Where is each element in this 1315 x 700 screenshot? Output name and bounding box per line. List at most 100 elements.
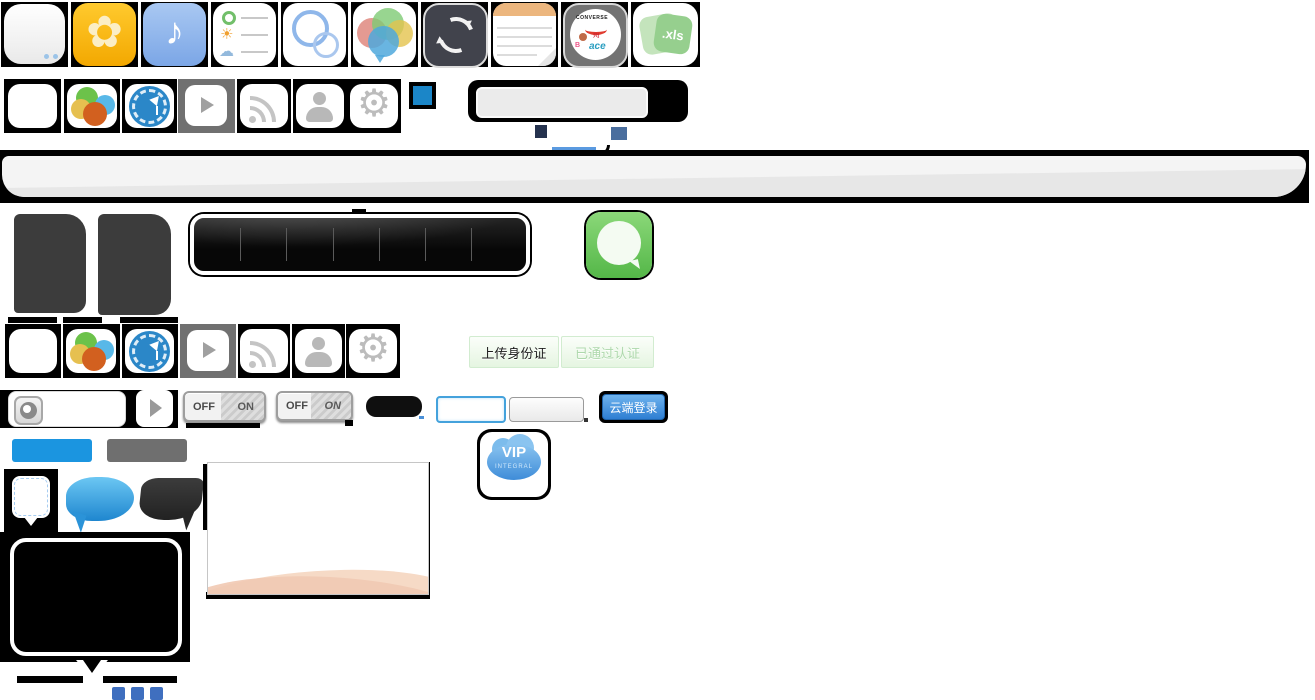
gear-icon-tile[interactable]: ⚙: [350, 84, 398, 128]
search-input[interactable]: [476, 87, 648, 118]
tooltip-tile: [0, 532, 190, 662]
person-icon[interactable]: [296, 84, 344, 128]
small-circle: [313, 32, 339, 58]
bar-gloss: [194, 218, 526, 247]
segment-divider: [286, 228, 287, 262]
rss-icon[interactable]: [240, 329, 288, 373]
brand-collage-icon[interactable]: CONVERSE 只| ace B: [563, 3, 628, 68]
note-line: [497, 54, 537, 56]
person-icon[interactable]: [295, 329, 342, 373]
gear-icon: ⚙: [350, 84, 398, 126]
note-line: [497, 36, 552, 38]
person-body: [306, 107, 333, 122]
icon-tile: [421, 2, 488, 67]
chat-bubbles-app-icon[interactable]: [353, 3, 416, 66]
dial-stem: [156, 106, 158, 115]
menu-bar[interactable]: [2, 156, 1306, 197]
cloud-login-button[interactable]: 云端登录: [602, 394, 665, 420]
dark-card[interactable]: [14, 214, 86, 313]
text-input[interactable]: [509, 397, 584, 422]
search-bar[interactable]: [468, 80, 688, 122]
colored-balls-icon[interactable]: [67, 84, 117, 128]
list-app-icon[interactable]: ☀ ☁: [213, 3, 276, 66]
orange-ball: [82, 347, 106, 371]
play-small-button[interactable]: [136, 390, 173, 427]
list-line: [241, 17, 268, 19]
icon-tile: ♪: [141, 2, 208, 67]
blue-speech-bubble[interactable]: [66, 477, 136, 531]
brand-tiny-mark: 只|: [593, 32, 599, 39]
dot-fragment: [584, 418, 588, 422]
gray-flat-button[interactable]: [107, 439, 187, 462]
icon-tile: [1, 2, 68, 67]
brand-label-converse: CONVERSE: [576, 15, 608, 21]
rss-arc-large: [250, 96, 276, 122]
person-head: [313, 92, 326, 105]
sun-icon: ☀: [220, 25, 233, 43]
gear-icon-tile[interactable]: ⚙: [349, 329, 397, 373]
segment-divider: [425, 228, 426, 262]
segment-divider: [379, 228, 380, 262]
blank-app-icon[interactable]: [4, 4, 65, 64]
xls-file-icon[interactable]: .xls: [633, 3, 698, 66]
brand-tiny-mark: B: [575, 42, 580, 49]
icon-tile: ✿: [71, 2, 138, 67]
play-button-icon[interactable]: [187, 330, 229, 371]
sprite-sheet-canvas: ✿ ♪ ☀ ☁: [0, 0, 1315, 700]
blue-flat-button[interactable]: [12, 439, 92, 462]
icon-tile: [238, 324, 290, 378]
icon-tile: [64, 79, 120, 133]
colored-balls-icon[interactable]: [66, 329, 116, 373]
circles-app-icon[interactable]: [283, 3, 346, 66]
xls-label: .xls: [653, 13, 694, 56]
black-pill[interactable]: [366, 396, 422, 417]
icon-tile: [351, 2, 418, 67]
icon-tile: CONVERSE 只| ace B: [561, 2, 628, 67]
messages-app-icon[interactable]: [586, 212, 652, 278]
play-button-icon[interactable]: [185, 85, 227, 126]
cropped-blue-glyph: [131, 687, 144, 700]
photos-flower-icon[interactable]: ✿: [73, 3, 136, 66]
flower-icon: ✿: [73, 7, 136, 58]
brand-label-ace: ace: [589, 41, 606, 52]
toggle-off-label: OFF: [286, 400, 308, 412]
toggle-switch-a[interactable]: OFF ON: [183, 391, 266, 422]
icon-tile: .xls: [631, 2, 700, 67]
icon-tile: [180, 324, 236, 378]
blue-square-swatch[interactable]: [413, 86, 432, 105]
black-strip-fragment: [17, 676, 83, 683]
rss-icon[interactable]: [240, 84, 288, 128]
vip-badge[interactable]: VIP INTEGRAL: [480, 432, 548, 497]
icon-tile: [63, 324, 120, 378]
segmented-black-bar[interactable]: [190, 214, 530, 275]
monkey-logo-dot: [579, 33, 587, 41]
search-icon: [20, 402, 37, 419]
blue-square-swatch-frame: [409, 82, 436, 109]
play-triangle: [201, 97, 214, 113]
toggle-switch-b[interactable]: OFF ON: [276, 391, 353, 421]
clock-dial-icon[interactable]: [125, 329, 174, 373]
search-field[interactable]: [8, 391, 126, 427]
white-speech-bubble[interactable]: [12, 476, 50, 518]
search-icon-hole: [23, 405, 31, 413]
popup-panel: [207, 462, 429, 595]
text-input-focused[interactable]: [436, 396, 506, 423]
black-speech-bubble[interactable]: [140, 478, 204, 530]
black-tooltip-bubble[interactable]: [10, 538, 182, 656]
upload-id-button[interactable]: 上传身份证: [469, 336, 559, 368]
notes-app-icon[interactable]: [493, 3, 556, 66]
blank-small-icon[interactable]: [8, 84, 57, 128]
icon-tile: [122, 324, 178, 378]
dot: [44, 54, 49, 59]
dark-card[interactable]: [98, 214, 171, 315]
blank-small-icon[interactable]: [9, 329, 57, 373]
music-app-icon[interactable]: ♪: [143, 3, 206, 66]
list-line: [241, 51, 268, 53]
note-line: [497, 45, 552, 47]
clock-dial-icon[interactable]: [125, 84, 174, 128]
vip-subtitle: INTEGRAL: [480, 464, 548, 470]
black-strip-fragment: [120, 317, 178, 323]
steel-square-fragment: [611, 127, 627, 140]
icon-tile: [292, 324, 345, 378]
sync-app-icon[interactable]: [423, 3, 488, 68]
